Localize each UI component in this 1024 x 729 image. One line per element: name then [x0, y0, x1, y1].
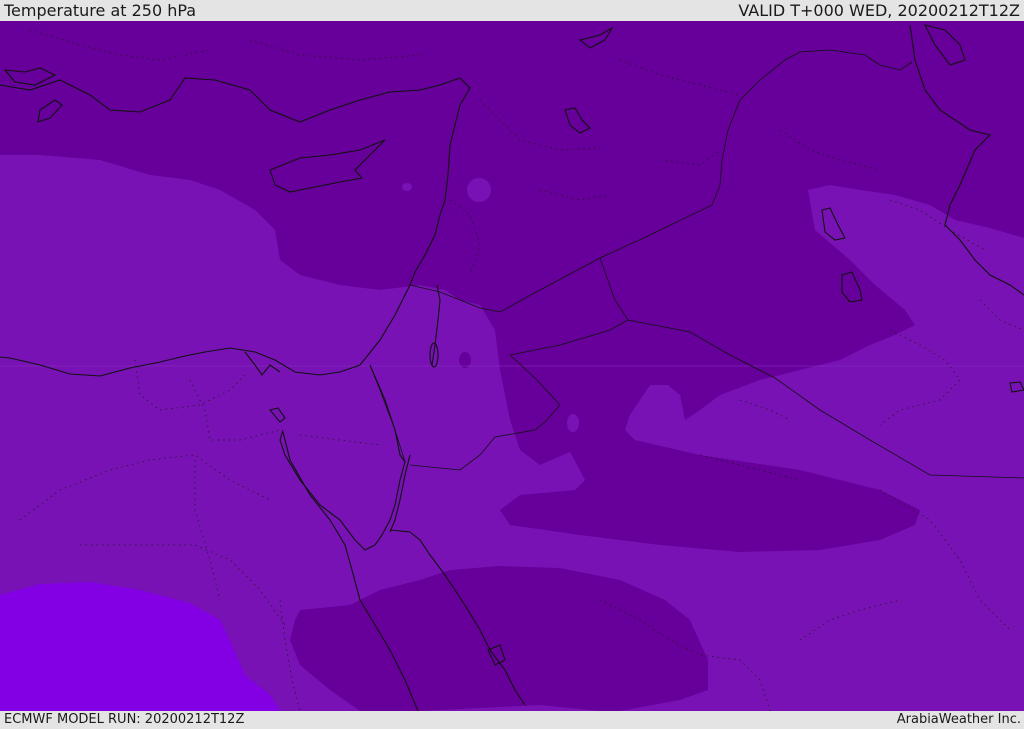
map-title: Temperature at 250 hPa: [4, 1, 197, 20]
credit-label: ArabiaWeather Inc.: [896, 712, 1021, 727]
warm-blob-1: [467, 178, 491, 202]
bottom-bar: ECMWF MODEL RUN: 20200212T12Z ArabiaWeat…: [0, 711, 1024, 729]
top-bar: Temperature at 250 hPa VALID T+000 WED, …: [0, 0, 1024, 21]
warm-blob-4: [567, 414, 579, 432]
valid-time: VALID T+000 WED, 20200212T12Z: [738, 1, 1020, 20]
map-canvas: [0, 21, 1024, 711]
warm-blob-2: [402, 183, 412, 191]
weather-map[interactable]: [0, 21, 1024, 711]
model-run-label: ECMWF MODEL RUN: 20200212T12Z: [4, 712, 245, 727]
